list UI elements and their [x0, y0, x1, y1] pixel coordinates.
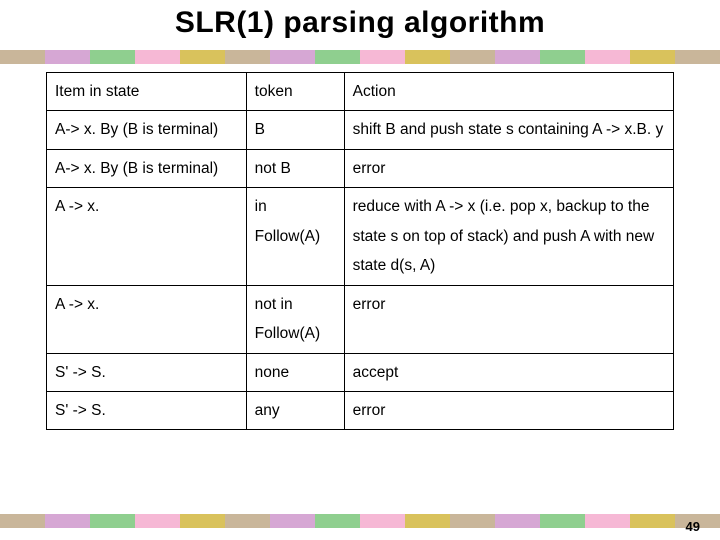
cell-item: S' -> S. [47, 391, 247, 429]
stripe-segment [180, 514, 225, 528]
cell-action: reduce with A -> x (i.e. pop x, backup t… [344, 188, 673, 285]
stripe-segment [315, 514, 360, 528]
cell-token: not B [246, 149, 344, 187]
cell-action: error [344, 149, 673, 187]
cell-token: in Follow(A) [246, 188, 344, 285]
slr-table: Item in state token Action A-> x. By (B … [46, 72, 674, 430]
stripe-segment [45, 50, 90, 64]
stripe-segment [630, 514, 675, 528]
cell-item: A -> x. [47, 285, 247, 353]
stripe-segment [495, 514, 540, 528]
cell-token: not in Follow(A) [246, 285, 344, 353]
stripe-segment [540, 50, 585, 64]
cell-item: A -> x. [47, 188, 247, 285]
cell-item: A-> x. By (B is terminal) [47, 111, 247, 149]
header-action: Action [344, 73, 673, 111]
table-row: A -> x. in Follow(A) reduce with A -> x … [47, 188, 674, 285]
stripe-segment [360, 50, 405, 64]
decorative-bottom-stripe [0, 514, 720, 528]
table-row: A-> x. By (B is terminal) not B error [47, 149, 674, 187]
cell-token: any [246, 391, 344, 429]
stripe-segment [270, 50, 315, 64]
stripe-segment [225, 514, 270, 528]
stripe-segment [90, 514, 135, 528]
stripe-segment [405, 514, 450, 528]
stripe-segment [135, 514, 180, 528]
stripe-segment [450, 50, 495, 64]
stripe-segment [495, 50, 540, 64]
stripe-segment [450, 514, 495, 528]
page-number: 49 [686, 519, 700, 534]
cell-item: A-> x. By (B is terminal) [47, 149, 247, 187]
cell-token: none [246, 353, 344, 391]
cell-action: accept [344, 353, 673, 391]
stripe-segment [270, 514, 315, 528]
stripe-segment [0, 50, 45, 64]
table-row: S' -> S. none accept [47, 353, 674, 391]
stripe-segment [45, 514, 90, 528]
stripe-segment [630, 50, 675, 64]
stripe-segment [90, 50, 135, 64]
table-row: A-> x. By (B is terminal) B shift B and … [47, 111, 674, 149]
stripe-segment [585, 514, 630, 528]
stripe-segment [0, 514, 45, 528]
header-token: token [246, 73, 344, 111]
cell-action: error [344, 391, 673, 429]
page-title: SLR(1) parsing algorithm [0, 0, 720, 40]
stripe-segment [675, 50, 720, 64]
table-header-row: Item in state token Action [47, 73, 674, 111]
stripe-segment [405, 50, 450, 64]
stripe-segment [135, 50, 180, 64]
cell-action: shift B and push state s containing A ->… [344, 111, 673, 149]
decorative-top-stripe [0, 50, 720, 64]
stripe-segment [180, 50, 225, 64]
header-item: Item in state [47, 73, 247, 111]
stripe-segment [225, 50, 270, 64]
cell-item: S' -> S. [47, 353, 247, 391]
stripe-segment [360, 514, 405, 528]
cell-action: error [344, 285, 673, 353]
table-container: Item in state token Action A-> x. By (B … [46, 72, 674, 430]
stripe-segment [315, 50, 360, 64]
stripe-segment [585, 50, 630, 64]
stripe-segment [540, 514, 585, 528]
cell-token: B [246, 111, 344, 149]
table-row: S' -> S. any error [47, 391, 674, 429]
table-row: A -> x. not in Follow(A) error [47, 285, 674, 353]
